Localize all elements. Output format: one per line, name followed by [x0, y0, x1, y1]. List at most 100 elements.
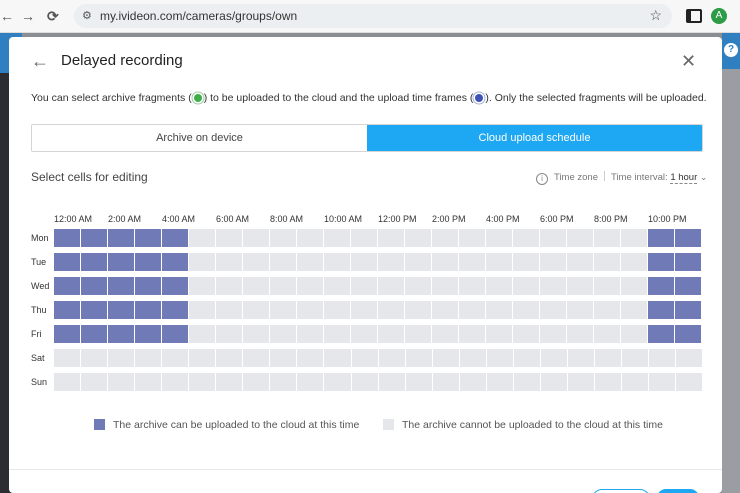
day-label-wed[interactable]: Wed: [31, 281, 49, 291]
schedule-cell[interactable]: [297, 373, 325, 391]
schedule-cell[interactable]: [675, 277, 702, 295]
schedule-cell[interactable]: [621, 349, 650, 367]
schedule-cell[interactable]: [594, 253, 621, 271]
time-interval-dropdown[interactable]: 1 hour: [670, 172, 698, 184]
schedule-cell[interactable]: [81, 229, 108, 247]
schedule-cell[interactable]: [594, 277, 621, 295]
schedule-cell[interactable]: [54, 277, 81, 295]
schedule-cell[interactable]: [486, 253, 513, 271]
schedule-cell[interactable]: [405, 325, 432, 343]
schedule-cell[interactable]: [567, 373, 595, 391]
schedule-cell[interactable]: [567, 229, 594, 247]
schedule-cell[interactable]: [676, 373, 703, 391]
schedule-cell[interactable]: [108, 301, 135, 319]
schedule-cell[interactable]: [351, 277, 378, 295]
schedule-cell[interactable]: [405, 373, 433, 391]
day-label-thu[interactable]: Thu: [31, 305, 47, 315]
time-zone-link[interactable]: Time zone: [554, 172, 598, 183]
schedule-cell[interactable]: [54, 301, 81, 319]
schedule-cell[interactable]: [378, 253, 405, 271]
schedule-cell[interactable]: [594, 373, 622, 391]
schedule-cell[interactable]: [324, 373, 352, 391]
profile-avatar[interactable]: A: [711, 8, 727, 24]
chevron-down-icon[interactable]: ⌄: [700, 172, 708, 182]
back-arrow-icon[interactable]: ←: [31, 51, 49, 72]
side-panel-icon[interactable]: [686, 9, 702, 23]
schedule-cell[interactable]: [486, 325, 513, 343]
schedule-cell[interactable]: [216, 229, 243, 247]
schedule-cell[interactable]: [594, 349, 622, 367]
schedule-cell[interactable]: [297, 301, 324, 319]
schedule-cell[interactable]: [540, 301, 567, 319]
schedule-cell[interactable]: [648, 229, 675, 247]
schedule-cell[interactable]: [540, 229, 567, 247]
schedule-cell[interactable]: [621, 301, 648, 319]
schedule-cell[interactable]: [324, 325, 351, 343]
schedule-cell[interactable]: [648, 277, 675, 295]
schedule-cell[interactable]: [513, 325, 540, 343]
schedule-cell[interactable]: [108, 349, 136, 367]
schedule-cell[interactable]: [540, 325, 567, 343]
schedule-cell[interactable]: [405, 229, 432, 247]
schedule-cell[interactable]: [459, 301, 486, 319]
schedule-cell[interactable]: [378, 325, 405, 343]
schedule-cell[interactable]: [459, 253, 486, 271]
schedule-cell[interactable]: [243, 373, 271, 391]
schedule-cell[interactable]: [81, 373, 109, 391]
schedule-cell[interactable]: [135, 229, 162, 247]
schedule-cell[interactable]: [108, 229, 135, 247]
schedule-cell[interactable]: [432, 349, 460, 367]
schedule-cell[interactable]: [567, 325, 594, 343]
forward-nav-icon[interactable]: →: [21, 7, 35, 25]
tab-cloud-upload-schedule[interactable]: Cloud upload schedule: [367, 125, 702, 151]
schedule-cell[interactable]: [459, 325, 486, 343]
schedule-cell[interactable]: [297, 325, 324, 343]
schedule-cell[interactable]: [486, 373, 514, 391]
schedule-cell[interactable]: [135, 373, 163, 391]
schedule-cell[interactable]: [189, 373, 217, 391]
close-icon[interactable]: ✕: [681, 51, 696, 72]
schedule-cell[interactable]: [216, 253, 243, 271]
schedule-cell[interactable]: [297, 253, 324, 271]
schedule-cell[interactable]: [621, 253, 648, 271]
schedule-cell[interactable]: [567, 253, 594, 271]
schedule-cell[interactable]: [351, 301, 378, 319]
schedule-cell[interactable]: [513, 349, 541, 367]
schedule-cell[interactable]: [162, 373, 190, 391]
schedule-cell[interactable]: [324, 277, 351, 295]
schedule-cell[interactable]: [324, 253, 351, 271]
schedule-cell[interactable]: [594, 301, 621, 319]
schedule-cell[interactable]: [432, 301, 459, 319]
day-label-mon[interactable]: Mon: [31, 233, 49, 243]
schedule-cell[interactable]: [432, 229, 459, 247]
day-label-tue[interactable]: Tue: [31, 257, 46, 267]
schedule-cell[interactable]: [243, 229, 270, 247]
schedule-cell[interactable]: [459, 229, 486, 247]
schedule-cell[interactable]: [324, 349, 352, 367]
schedule-cell[interactable]: [513, 301, 540, 319]
schedule-cell[interactable]: [378, 229, 405, 247]
schedule-cell[interactable]: [649, 349, 677, 367]
day-label-fri[interactable]: Fri: [31, 329, 42, 339]
schedule-cell[interactable]: [351, 229, 378, 247]
schedule-cell[interactable]: [324, 301, 351, 319]
schedule-cell[interactable]: [270, 229, 297, 247]
schedule-cell[interactable]: [594, 325, 621, 343]
day-label-sun[interactable]: Sun: [31, 377, 47, 387]
schedule-cell[interactable]: [297, 229, 324, 247]
schedule-cell[interactable]: [54, 253, 81, 271]
schedule-cell[interactable]: [405, 253, 432, 271]
schedule-cell[interactable]: [216, 325, 243, 343]
schedule-cell[interactable]: [162, 325, 189, 343]
schedule-cell[interactable]: [216, 373, 244, 391]
schedule-cell[interactable]: [270, 301, 297, 319]
schedule-cell[interactable]: [54, 373, 82, 391]
schedule-cell[interactable]: [108, 253, 135, 271]
schedule-cell[interactable]: [189, 229, 216, 247]
schedule-cell[interactable]: [54, 349, 82, 367]
schedule-cell[interactable]: [162, 349, 190, 367]
schedule-cell[interactable]: [567, 349, 595, 367]
schedule-cell[interactable]: [297, 349, 325, 367]
schedule-cell[interactable]: [81, 349, 109, 367]
schedule-cell[interactable]: [81, 325, 108, 343]
